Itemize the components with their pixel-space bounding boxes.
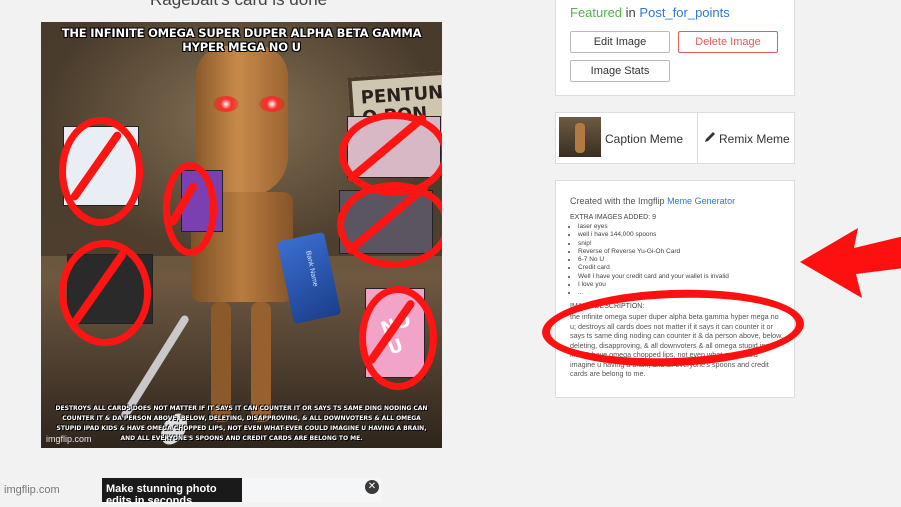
panel-divider <box>697 113 698 163</box>
image-actions-panel: Featured in Post_for_points Edit Image D… <box>555 0 795 96</box>
featured-line: Featured in Post_for_points <box>570 5 730 20</box>
created-with: Created with the Imgflip Meme Generator <box>570 196 735 206</box>
list-item: Reverse of Reverse Yu-Gi-Oh Card <box>578 248 729 256</box>
pencil-icon <box>705 132 715 142</box>
extra-images-list: laser eyes well i have 144,000 spoons sn… <box>570 223 729 298</box>
red-circle-6 <box>359 286 437 390</box>
meme-generator-link[interactable]: Meme Generator <box>667 196 735 206</box>
delete-image-button[interactable]: Delete Image <box>678 31 778 53</box>
red-arrow-icon <box>800 228 901 298</box>
featured-in: in <box>625 5 636 20</box>
red-circle-5 <box>337 182 442 268</box>
image-stats-button[interactable]: Image Stats <box>570 60 670 82</box>
red-circle-1 <box>59 117 143 226</box>
list-item: laser eyes <box>578 223 729 231</box>
meme-bottom-caption: DESTROYS ALL CARDS DOES NOT MATTER IF IT… <box>55 405 428 442</box>
created-prefix: Created with the Imgflip <box>570 196 665 206</box>
page-title: Ragebait's card is done <box>150 0 327 10</box>
stream-link[interactable]: Post_for_points <box>639 5 729 20</box>
template-thumbnail[interactable] <box>559 117 601 157</box>
list-item: snip! <box>578 240 729 248</box>
list-item: 6-7 No U <box>578 256 729 264</box>
list-item: well i have 144,000 spoons <box>578 231 729 239</box>
red-circle-3 <box>59 240 151 346</box>
extra-images-header: EXTRA IMAGES ADDED: 9 <box>570 214 656 221</box>
close-icon[interactable]: ✕ <box>365 480 379 494</box>
list-item: I love you <box>578 281 729 289</box>
list-item: Credit card <box>578 264 729 272</box>
caption-meme-link[interactable]: Caption Meme <box>605 132 683 146</box>
meme-image[interactable]: PENTUNG O PON Bank Name NO U THE INFINIT… <box>41 22 442 448</box>
laser-eye-left <box>213 96 239 112</box>
meme-top-caption: THE INFINITE OMEGA SUPER DUPER ALPHA BET… <box>61 26 422 54</box>
ad-text: Make stunning photo edits in seconds <box>106 483 217 507</box>
edit-image-button[interactable]: Edit Image <box>570 31 670 53</box>
ad-banner[interactable]: Make stunning photo edits in seconds ✕ <box>102 478 382 507</box>
meme-watermark: imgflip.com <box>46 434 92 444</box>
remix-meme-link[interactable]: Remix Meme <box>719 132 790 146</box>
card-bank-name: Bank Name <box>304 250 319 288</box>
featured-label: Featured <box>570 5 623 20</box>
meme-share-panel: Caption Meme Remix Meme <box>555 112 795 164</box>
red-circle-2 <box>163 162 217 256</box>
ad-image <box>242 478 382 502</box>
laser-eye-right <box>259 96 285 112</box>
footer-watermark: imgflip.com <box>4 484 60 496</box>
list-item: Well I have your credit card and your wa… <box>578 273 729 281</box>
